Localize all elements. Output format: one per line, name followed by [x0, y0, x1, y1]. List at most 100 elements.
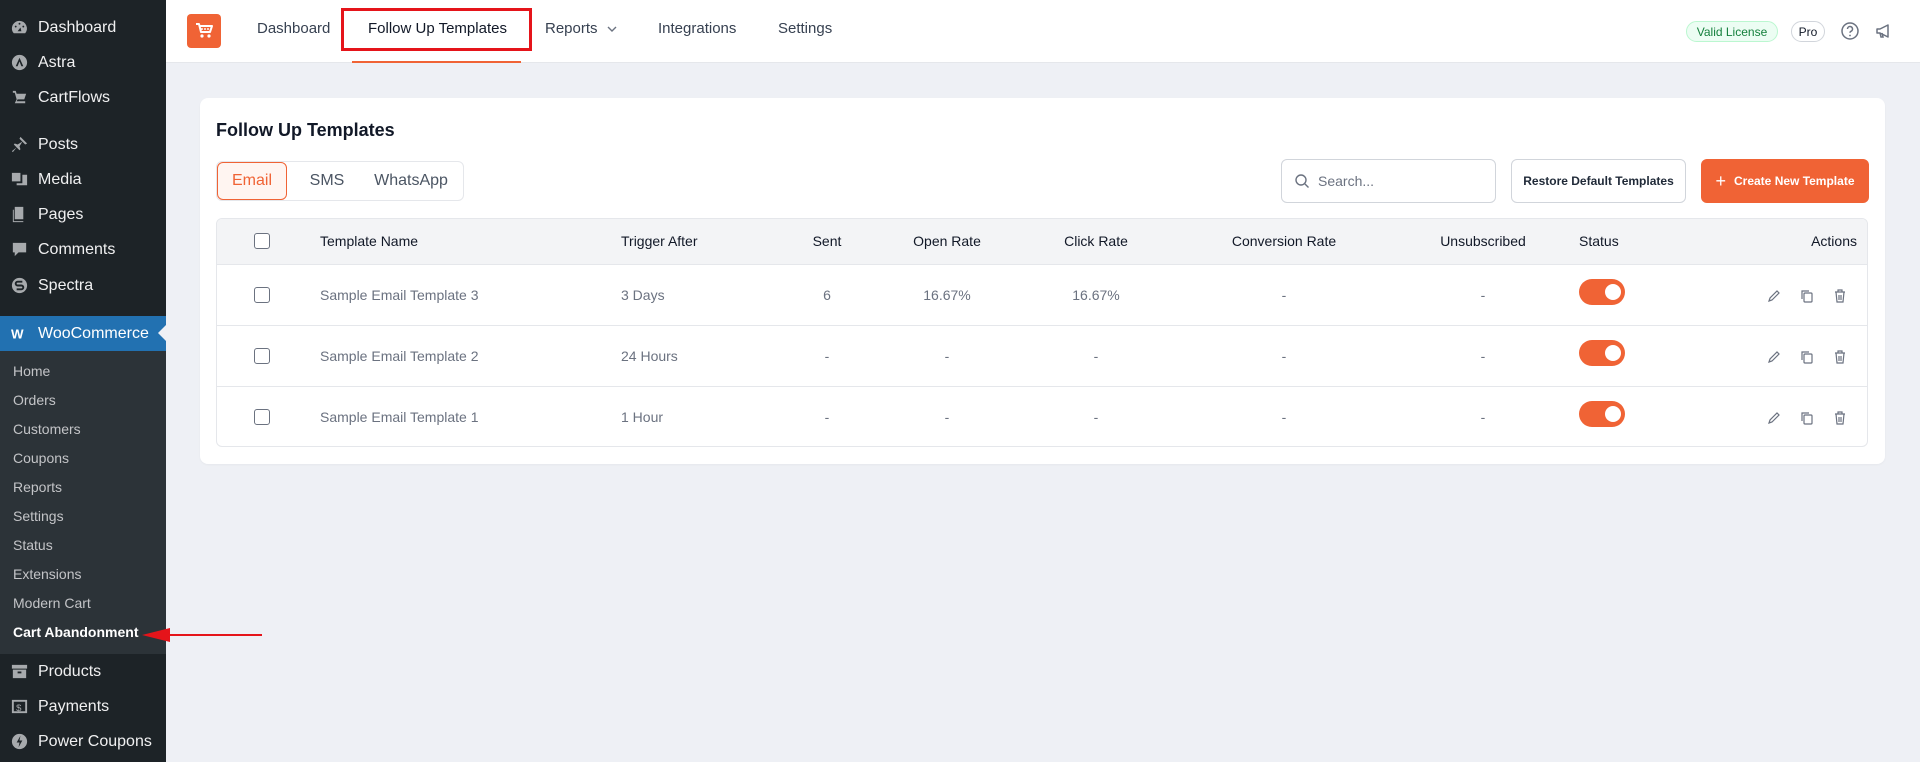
sidebar-item-label: Spectra	[38, 276, 94, 294]
submenu-item-reports[interactable]: Reports	[13, 479, 62, 495]
sidebar-item-astra[interactable]: Astra	[0, 45, 166, 80]
submenu-item-coupons[interactable]: Coupons	[13, 450, 69, 466]
edit-icon[interactable]	[1766, 410, 1782, 426]
pages-icon	[8, 204, 30, 226]
trash-icon[interactable]	[1832, 410, 1848, 426]
tab-sms[interactable]: SMS	[297, 165, 357, 197]
submenu-item-customers[interactable]: Customers	[13, 421, 81, 437]
sidebar-item-power-coupons[interactable]: Power Coupons	[0, 724, 166, 759]
active-tab-underline	[352, 61, 521, 63]
table-row: Sample Email Template 2 24 Hours - - - -…	[217, 326, 1867, 387]
open-rate: -	[944, 348, 950, 364]
unsubscribed: -	[1480, 409, 1486, 425]
submenu-item-home[interactable]: Home	[13, 363, 50, 379]
trigger-after: 3 Days	[621, 287, 665, 303]
sidebar-item-payments[interactable]: $ Payments	[0, 689, 166, 724]
nav-integrations[interactable]: Integrations	[658, 20, 736, 37]
submenu-item-modern-cart[interactable]: Modern Cart	[13, 595, 91, 611]
sidebar-item-spectra[interactable]: Spectra	[0, 268, 166, 303]
click-rate: -	[1093, 409, 1099, 425]
conversion-rate: -	[1281, 287, 1287, 303]
sidebar-item-label: Astra	[38, 53, 76, 71]
col-unsubscribed: Unsubscribed	[1440, 233, 1526, 249]
submenu-item-status[interactable]: Status	[13, 537, 53, 553]
sidebar-item-label: Comments	[38, 240, 116, 258]
edit-icon[interactable]	[1766, 288, 1782, 304]
cart-logo-icon[interactable]	[187, 14, 221, 48]
table-row: Sample Email Template 1 1 Hour - - - - -	[217, 387, 1867, 446]
unsubscribed: -	[1480, 348, 1486, 364]
help-icon[interactable]	[1840, 21, 1860, 41]
col-click-rate: Click Rate	[1064, 233, 1128, 249]
admin-sidebar: Dashboard Astra CartFlows Posts Media Pa…	[0, 0, 167, 762]
sidebar-item-dashboard[interactable]: Dashboard	[0, 10, 166, 45]
media-icon	[8, 169, 30, 191]
sidebar-item-label: Posts	[38, 135, 79, 153]
sidebar-item-label: Pages	[38, 205, 84, 223]
select-all-checkbox[interactable]	[254, 233, 270, 249]
col-template-name: Template Name	[320, 233, 419, 249]
open-rate: -	[944, 409, 950, 425]
sent-count: 6	[823, 287, 831, 303]
col-conversion-rate: Conversion Rate	[1231, 233, 1337, 249]
submenu-item-cart-abandonment[interactable]: Cart Abandonment	[13, 624, 138, 640]
submenu-item-extensions[interactable]: Extensions	[13, 566, 81, 582]
dollar-icon: $	[8, 696, 30, 718]
edit-icon[interactable]	[1766, 349, 1782, 365]
toggle-knob	[1605, 284, 1621, 300]
duplicate-icon[interactable]	[1799, 410, 1815, 426]
sidebar-item-cartflows[interactable]: CartFlows	[0, 80, 166, 115]
submenu-item-settings[interactable]: Settings	[13, 508, 64, 524]
sent-count: -	[824, 409, 830, 425]
trash-icon[interactable]	[1832, 288, 1848, 304]
nav-reports[interactable]: Reports	[545, 20, 618, 37]
toggle-knob	[1605, 406, 1621, 422]
status-toggle[interactable]	[1579, 340, 1625, 366]
plan-badge: Pro	[1791, 21, 1825, 42]
template-name[interactable]: Sample Email Template 3	[320, 287, 478, 303]
sent-count: -	[824, 348, 830, 364]
duplicate-icon[interactable]	[1799, 288, 1815, 304]
sidebar-item-pages[interactable]: Pages	[0, 197, 166, 232]
create-new-template-button[interactable]: + Create New Template	[1701, 159, 1869, 203]
sidebar-item-label: Media	[38, 170, 82, 188]
duplicate-icon[interactable]	[1799, 349, 1815, 365]
sidebar-item-woocommerce[interactable]: W WooCommerce	[0, 316, 167, 351]
templates-table: Template Name Trigger After Sent Open Ra…	[216, 218, 1868, 447]
tab-email[interactable]: Email	[217, 162, 287, 200]
nav-follow-up-templates[interactable]: Follow Up Templates	[368, 20, 507, 37]
conversion-rate: -	[1281, 409, 1287, 425]
status-toggle[interactable]	[1579, 401, 1625, 427]
row-checkbox[interactable]	[254, 409, 270, 425]
row-checkbox[interactable]	[254, 287, 270, 303]
astra-icon	[8, 52, 30, 74]
col-actions: Actions	[1811, 233, 1857, 249]
template-name[interactable]: Sample Email Template 2	[320, 348, 478, 364]
sidebar-item-comments[interactable]: Comments	[0, 232, 166, 267]
template-name[interactable]: Sample Email Template 1	[320, 409, 478, 425]
sidebar-item-posts[interactable]: Posts	[0, 127, 166, 162]
chevron-down-icon	[607, 26, 617, 33]
tab-whatsapp[interactable]: WhatsApp	[365, 165, 457, 197]
channel-tabs: Email SMS WhatsApp	[216, 161, 464, 201]
sidebar-item-products[interactable]: Products	[0, 654, 166, 689]
nav-reports-label: Reports	[545, 20, 598, 37]
restore-default-templates-button[interactable]: Restore Default Templates	[1511, 159, 1686, 203]
search-input[interactable]	[1318, 173, 1478, 189]
search-icon	[1295, 174, 1309, 188]
trash-icon[interactable]	[1832, 349, 1848, 365]
archive-icon	[8, 661, 30, 683]
col-trigger-after: Trigger After	[621, 233, 698, 249]
megaphone-icon[interactable]	[1874, 21, 1894, 41]
search-box	[1281, 159, 1496, 203]
sidebar-item-label: Power Coupons	[38, 732, 152, 750]
annotation-arrow	[142, 628, 262, 642]
nav-settings[interactable]: Settings	[778, 20, 832, 37]
sidebar-item-media[interactable]: Media	[0, 162, 166, 197]
nav-dashboard[interactable]: Dashboard	[257, 20, 330, 37]
col-open-rate: Open Rate	[913, 233, 981, 249]
row-checkbox[interactable]	[254, 348, 270, 364]
status-toggle[interactable]	[1579, 279, 1625, 305]
svg-text:W: W	[10, 326, 23, 341]
submenu-item-orders[interactable]: Orders	[13, 392, 56, 408]
